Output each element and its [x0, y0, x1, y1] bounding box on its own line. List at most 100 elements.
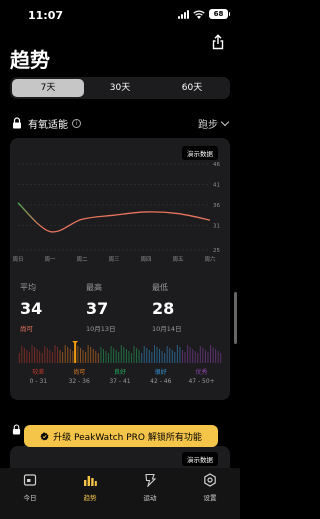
scale-tick: [199, 346, 201, 363]
tab-today[interactable]: 今日: [0, 473, 60, 519]
scale-tick: [115, 350, 117, 363]
lock-icon: [13, 117, 21, 129]
y-tick-label: 46: [213, 162, 220, 168]
battery-icon: 68: [209, 9, 230, 19]
scale-tick: [120, 345, 122, 363]
series-line: [17, 202, 211, 233]
stat-value: 28: [152, 299, 175, 318]
wifi-icon: [193, 9, 205, 19]
tab-workout[interactable]: 运动: [120, 473, 180, 519]
scale-level-name: 很好: [154, 369, 167, 376]
scale-tick: [108, 353, 110, 363]
tab-label: 今日: [23, 494, 37, 502]
stat-label: 最高: [86, 283, 102, 292]
tab-bar: 今日 趋势 运动 设置: [0, 468, 240, 519]
scale-tick: [90, 347, 92, 363]
stat-label: 最低: [152, 283, 168, 292]
scale-tick: [36, 349, 38, 363]
stat-sub: 10月14日: [152, 325, 182, 333]
share-icon[interactable]: [210, 34, 226, 50]
scale-tick: [164, 353, 166, 363]
scale-tick: [34, 347, 36, 363]
scale-tick: [207, 352, 209, 363]
scale-level-name: 较差: [32, 369, 45, 376]
scale-tick: [159, 349, 161, 363]
x-tick-label: 周四: [140, 256, 151, 263]
scale-tick: [143, 346, 145, 363]
scale-tick: [169, 348, 171, 363]
stat-sub: 10月13日: [86, 325, 116, 333]
scale-tick: [189, 347, 191, 363]
scale-tick: [41, 353, 43, 363]
scale-tick: [166, 346, 168, 363]
scale-tick: [102, 349, 104, 363]
scale-tick: [51, 352, 53, 363]
stat-lowest: 最低 28 10月14日: [152, 282, 218, 333]
tab-label: 设置: [203, 494, 217, 502]
upgrade-pro-button[interactable]: 升级 PeakWatch PRO 解锁所有功能: [24, 425, 218, 447]
scale-tick: [174, 352, 176, 363]
scale-level: 优秀 47 - 50+: [181, 367, 222, 385]
scale-tick: [54, 345, 56, 363]
tab-label: 运动: [143, 494, 157, 502]
y-tick-label: 25: [213, 248, 220, 254]
scale-tick: [194, 351, 196, 363]
segment-30-days[interactable]: 30天: [84, 79, 156, 97]
section-title: 有氧适能: [28, 119, 68, 131]
chevron-down-icon: [220, 117, 230, 126]
tab-settings[interactable]: 设置: [180, 473, 240, 519]
page-title: 趋势: [10, 48, 50, 72]
scale-level-range: 42 - 46: [150, 378, 172, 385]
scale-level-name: 良好: [113, 369, 126, 376]
fitness-level-scale: [18, 341, 222, 363]
scale-level-range: 37 - 41: [109, 378, 131, 385]
period-segmented-control: 7天 30天 60天: [10, 77, 230, 99]
scale-tick: [67, 347, 69, 363]
scale-tick: [146, 348, 148, 363]
scrollbar[interactable]: [234, 292, 237, 344]
scale-level-range: 32 - 36: [68, 378, 90, 385]
scale-tick: [118, 352, 120, 363]
segment-60-days[interactable]: 60天: [156, 79, 228, 97]
scale-tick: [128, 351, 130, 363]
scale-tick: [31, 345, 33, 363]
status-icons: 68: [178, 9, 230, 19]
scale-tick: [62, 352, 64, 363]
scale-labels: 较差 0 - 31 尚可 32 - 36 良好 37 - 41 很好 42 - …: [18, 367, 222, 385]
stats-row: 平均 34 尚可 最高 37 10月13日 最低 28 10月14日: [20, 282, 220, 333]
x-tick-label: 周一: [44, 256, 56, 263]
scale-tick: [192, 349, 194, 363]
scale-tick: [212, 347, 214, 363]
info-icon[interactable]: i: [72, 118, 81, 128]
scale-tick: [46, 348, 48, 363]
tab-label: 趋势: [83, 494, 97, 502]
scale-level-name: 尚可: [73, 369, 86, 376]
workout-icon: [145, 473, 157, 487]
scale-tick: [87, 345, 89, 363]
scale-tick: [23, 348, 25, 363]
tab-trends[interactable]: 趋势: [60, 473, 120, 519]
scale-tick: [204, 350, 206, 363]
scale-tick: [97, 353, 99, 363]
section-header: 有氧适能 i 跑步: [12, 116, 230, 131]
scale-tick: [26, 350, 28, 363]
segment-7-days[interactable]: 7天: [12, 79, 84, 97]
status-time: 11:07: [28, 9, 64, 22]
sport-selector[interactable]: 跑步: [198, 116, 230, 131]
scale-tick: [21, 346, 23, 363]
scale-marker: [74, 343, 77, 363]
scale-level: 很好 42 - 46: [140, 367, 181, 385]
scale-tick: [179, 347, 181, 363]
scale-tick: [151, 352, 153, 363]
stat-value: 34: [20, 299, 43, 318]
scale-tick: [202, 348, 204, 363]
x-tick-label: 周日: [12, 256, 23, 263]
scale-tick: [220, 353, 222, 363]
scale-tick: [125, 349, 127, 363]
scale-level-range: 0 - 31: [29, 378, 48, 385]
scale-tick: [197, 353, 199, 363]
scale-tick: [39, 351, 41, 363]
y-tick-label: 36: [213, 203, 220, 209]
demo-data-badge: 演示数据: [182, 452, 218, 466]
stat-sub: 尚可: [20, 325, 33, 333]
